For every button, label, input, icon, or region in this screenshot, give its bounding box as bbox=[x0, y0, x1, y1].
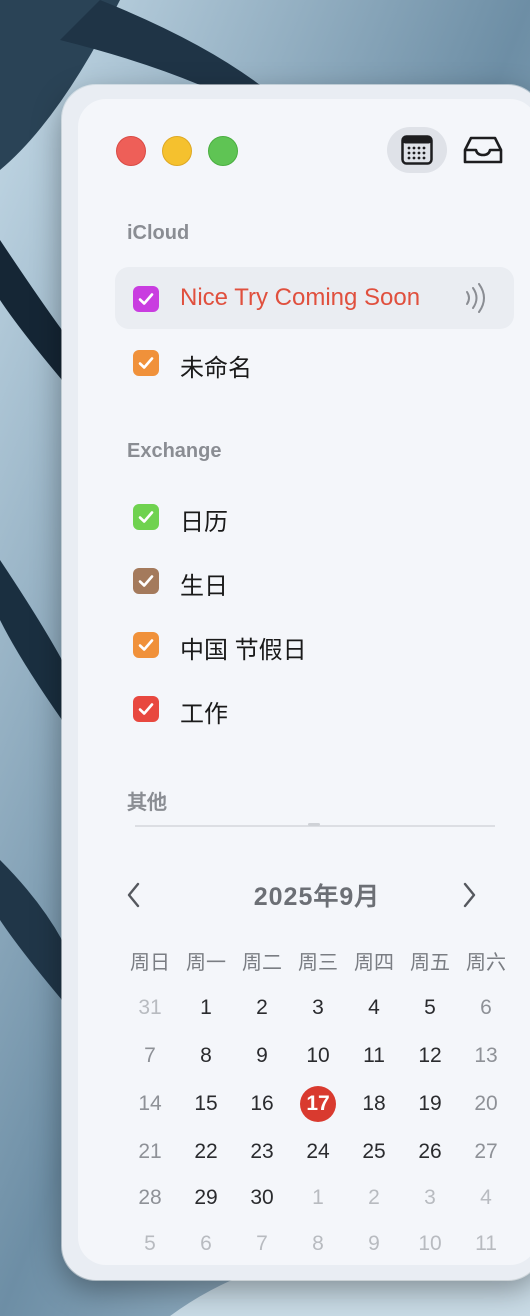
calendar-checkbox[interactable] bbox=[133, 350, 159, 376]
checkmark-icon bbox=[138, 575, 154, 587]
day-cell[interactable]: 28 bbox=[122, 1178, 178, 1218]
day-cell[interactable]: 31 bbox=[122, 988, 178, 1028]
day-cell[interactable]: 8 bbox=[290, 1224, 346, 1264]
weekday-label: 周二 bbox=[242, 952, 282, 974]
calendar-label: 中国 节假日 bbox=[180, 637, 307, 664]
week-row: 31 1 2 3 4 5 6 bbox=[122, 988, 514, 1028]
calendar-label: 未命名 bbox=[180, 355, 252, 382]
weekday-label: 周五 bbox=[410, 952, 450, 974]
day-cell[interactable]: 3 bbox=[402, 1178, 458, 1218]
day-cell[interactable]: 10 bbox=[290, 1036, 346, 1076]
day-cell[interactable]: 22 bbox=[178, 1132, 234, 1172]
calendar-grid-icon bbox=[401, 135, 433, 165]
weekday-label: 周四 bbox=[354, 952, 394, 974]
today-marker: 17 bbox=[300, 1086, 336, 1122]
today-day-cell[interactable]: 17 bbox=[290, 1084, 346, 1124]
weekday-label: 周三 bbox=[298, 952, 338, 974]
close-button[interactable] bbox=[116, 136, 146, 166]
calendar-checkbox[interactable] bbox=[133, 696, 159, 722]
day-cell[interactable]: 18 bbox=[346, 1084, 402, 1124]
week-row: 5 6 7 8 9 10 11 bbox=[122, 1224, 514, 1264]
week-row: 7 8 9 10 11 12 13 bbox=[122, 1036, 514, 1076]
day-cell[interactable]: 4 bbox=[346, 988, 402, 1028]
calendar-checkbox[interactable] bbox=[133, 504, 159, 530]
day-cell[interactable]: 29 bbox=[178, 1178, 234, 1218]
section-title-exchange: Exchange bbox=[127, 440, 222, 462]
day-cell[interactable]: 27 bbox=[458, 1132, 514, 1172]
sidebar-panel: iCloud Nice Try Coming Soon 未命名 Exchange bbox=[78, 99, 530, 1265]
day-cell[interactable]: 5 bbox=[122, 1224, 178, 1264]
weekday-label: 周六 bbox=[466, 952, 506, 974]
zoom-button[interactable] bbox=[208, 136, 238, 166]
day-cell[interactable]: 30 bbox=[234, 1178, 290, 1218]
week-row: 28 29 30 1 2 3 4 bbox=[122, 1178, 514, 1218]
checkmark-icon bbox=[138, 511, 154, 523]
minimize-button[interactable] bbox=[162, 136, 192, 166]
section-title-icloud: iCloud bbox=[127, 222, 190, 244]
day-cell[interactable]: 1 bbox=[290, 1178, 346, 1218]
inbox-button[interactable] bbox=[453, 127, 513, 173]
calendar-checkbox[interactable] bbox=[133, 286, 159, 312]
day-cell[interactable]: 3 bbox=[290, 988, 346, 1028]
checkmark-icon bbox=[138, 293, 154, 305]
weekday-header: 周日 周一 周二 周三 周四 周五 周六 bbox=[122, 946, 514, 975]
day-cell[interactable]: 1 bbox=[178, 988, 234, 1028]
day-cell[interactable]: 5 bbox=[402, 988, 458, 1028]
day-cell[interactable]: 21 bbox=[122, 1132, 178, 1172]
week-row: 21 22 23 24 25 26 27 bbox=[122, 1132, 514, 1172]
day-cell[interactable]: 10 bbox=[402, 1224, 458, 1264]
calendar-item-calendar[interactable]: 日历 bbox=[115, 485, 514, 547]
day-cell[interactable]: 11 bbox=[346, 1036, 402, 1076]
day-cell[interactable]: 15 bbox=[178, 1084, 234, 1124]
day-cell[interactable]: 7 bbox=[234, 1224, 290, 1264]
day-cell[interactable]: 12 bbox=[402, 1036, 458, 1076]
calendar-item-birthdays[interactable]: 生日 bbox=[115, 549, 514, 611]
checkmark-icon bbox=[138, 357, 154, 369]
day-cell[interactable]: 7 bbox=[122, 1036, 178, 1076]
day-cell[interactable]: 26 bbox=[402, 1132, 458, 1172]
calendar-item-china-holidays[interactable]: 中国 节假日 bbox=[115, 613, 514, 675]
inbox-tray-icon bbox=[463, 136, 503, 164]
day-cell[interactable]: 24 bbox=[290, 1132, 346, 1172]
checkmark-icon bbox=[138, 639, 154, 651]
calendar-checkbox[interactable] bbox=[133, 632, 159, 658]
day-cell[interactable]: 19 bbox=[402, 1084, 458, 1124]
day-cell[interactable]: 2 bbox=[346, 1178, 402, 1218]
broadcast-icon bbox=[466, 283, 485, 313]
section-title-other: 其他 bbox=[127, 792, 167, 814]
calendar-item-untitled[interactable]: 未命名 bbox=[115, 331, 514, 393]
week-row: 14 15 16 17 18 19 20 bbox=[122, 1084, 514, 1124]
day-cell[interactable]: 14 bbox=[122, 1084, 178, 1124]
day-cell[interactable]: 20 bbox=[458, 1084, 514, 1124]
day-cell[interactable]: 16 bbox=[234, 1084, 290, 1124]
calendar-label: 工作 bbox=[180, 701, 228, 728]
weekday-label: 周日 bbox=[130, 952, 170, 974]
day-cell[interactable]: 9 bbox=[234, 1036, 290, 1076]
calendar-item-work[interactable]: 工作 bbox=[115, 677, 514, 739]
day-cell[interactable]: 11 bbox=[458, 1224, 514, 1264]
divider-resize-handle[interactable] bbox=[308, 823, 320, 826]
day-cell[interactable]: 2 bbox=[234, 988, 290, 1028]
day-cell[interactable]: 6 bbox=[178, 1224, 234, 1264]
checkmark-icon bbox=[138, 703, 154, 715]
day-cell[interactable]: 8 bbox=[178, 1036, 234, 1076]
next-month-button[interactable] bbox=[459, 881, 479, 909]
calendar-list-button[interactable] bbox=[387, 127, 447, 173]
calendar-item-nice-try[interactable]: Nice Try Coming Soon bbox=[115, 267, 514, 329]
calendar-window: iCloud Nice Try Coming Soon 未命名 Exchange bbox=[62, 85, 530, 1280]
day-cell[interactable]: 23 bbox=[234, 1132, 290, 1172]
calendar-label: 生日 bbox=[180, 573, 228, 600]
day-cell[interactable]: 9 bbox=[346, 1224, 402, 1264]
calendar-label: 日历 bbox=[180, 509, 228, 536]
day-cell[interactable]: 13 bbox=[458, 1036, 514, 1076]
calendar-checkbox[interactable] bbox=[133, 568, 159, 594]
weekday-label: 周一 bbox=[186, 952, 226, 974]
calendar-label: Nice Try Coming Soon bbox=[180, 284, 421, 311]
day-cell[interactable]: 4 bbox=[458, 1178, 514, 1218]
day-cell[interactable]: 6 bbox=[458, 988, 514, 1028]
day-cell[interactable]: 25 bbox=[346, 1132, 402, 1172]
